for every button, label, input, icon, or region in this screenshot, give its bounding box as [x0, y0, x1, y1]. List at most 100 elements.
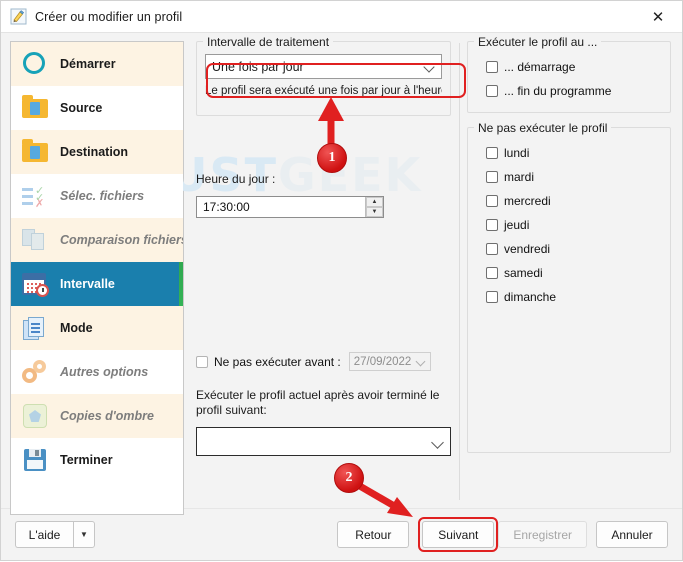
help-button-label[interactable]: L'aide [15, 521, 73, 548]
sidebar-item-terminer[interactable]: Terminer [11, 438, 183, 482]
back-button[interactable]: Retour [337, 521, 410, 548]
wizard-sidebar: Démarrer Source Destination ✓ ✓ ✗ Sélec. f… [10, 41, 184, 515]
day-checkbox-mercredi[interactable] [486, 195, 498, 207]
compare-files-icon [20, 225, 50, 255]
next-button[interactable]: Suivant [422, 521, 495, 548]
save-button: Enregistrer [498, 521, 587, 548]
day-label: mardi [504, 170, 535, 184]
not-before-date-value: 27/09/2022 [353, 355, 412, 368]
sidebar-item-label: Sélec. fichiers [60, 189, 145, 203]
day-label: mercredi [504, 194, 551, 208]
sidebar-item-label: Source [60, 101, 103, 115]
day-checkbox-vendredi[interactable] [486, 243, 498, 255]
chevron-down-icon [417, 357, 426, 366]
sidebar-item-mode[interactable]: Mode [11, 306, 183, 350]
pane-divider [459, 43, 460, 500]
day-checkbox-mardi[interactable] [486, 171, 498, 183]
save-disk-icon [20, 445, 50, 475]
time-of-day-label: Heure du jour : [196, 172, 276, 186]
edit-profile-icon [10, 8, 27, 25]
sidebar-item-destination[interactable]: Destination [11, 130, 183, 174]
chain-profile-label: Exécuter le profil actuel après avoir te… [196, 388, 440, 417]
chevron-down-icon[interactable]: ▼ [73, 521, 95, 548]
sidebar-item-label: Intervalle [60, 277, 115, 291]
close-icon[interactable]: ✕ [640, 4, 676, 30]
documents-icon [20, 313, 50, 343]
day-label: jeudi [504, 218, 530, 232]
chain-profile-select[interactable] [196, 427, 451, 456]
sidebar-item-comparaison-fichiers[interactable]: Comparaison fichiers [11, 218, 183, 262]
run-at-exit-label: ... fin du programme [504, 84, 612, 98]
sidebar-item-label: Démarrer [60, 57, 116, 71]
not-before-label: Ne pas exécuter avant : [214, 354, 341, 369]
day-label: samedi [504, 266, 543, 280]
day-row-mercredi[interactable]: mercredi [486, 194, 662, 208]
run-at-startup-row[interactable]: ... démarrage [486, 60, 662, 74]
folder-icon [20, 93, 50, 123]
not-before-row: Ne pas exécuter avant : 27/09/2022 [196, 352, 451, 371]
interval-group: Intervalle de traitement Une fois par jo… [196, 35, 451, 116]
sidebar-item-copies-dombre[interactable]: Copies d'ombre [11, 394, 183, 438]
circle-icon [20, 49, 50, 79]
help-button[interactable]: L'aide ▼ [15, 521, 95, 548]
day-label: vendredi [504, 242, 551, 256]
calendar-clock-icon [20, 269, 50, 299]
skip-days-group-legend: Ne pas exécuter le profil [474, 121, 612, 135]
run-at-startup-checkbox[interactable] [486, 61, 498, 73]
window-title: Créer ou modifier un profil [35, 9, 183, 24]
time-of-day-value: 17:30:00 [203, 200, 250, 214]
dialog-footer: L'aide ▼ Retour Suivant Enregistrer Annu… [1, 508, 682, 560]
file-select-icon: ✓ ✓ ✗ [20, 181, 50, 211]
interval-pane: Intervalle de traitement Une fois par jo… [184, 35, 459, 508]
run-profile-group-legend: Exécuter le profil au ... [474, 35, 602, 49]
sidebar-item-label: Terminer [60, 453, 113, 467]
time-stepper[interactable]: ▲ ▼ [365, 197, 383, 217]
day-row-dimanche[interactable]: dimanche [486, 290, 662, 304]
sidebar-item-label: Destination [60, 145, 129, 159]
stepper-down-icon[interactable]: ▼ [366, 207, 383, 217]
title-bar: Créer ou modifier un profil ✕ [1, 1, 682, 32]
time-of-day-input[interactable]: 17:30:00 ▲ ▼ [196, 196, 384, 218]
run-profile-group: Exécuter le profil au ... ... démarrage … [467, 35, 671, 113]
day-label: dimanche [504, 290, 557, 304]
day-label: lundi [504, 146, 530, 160]
sidebar-item-label: Comparaison fichiers [60, 233, 184, 247]
interval-help-text: Le profil sera exécuté une fois par jour… [205, 85, 442, 97]
day-row-vendredi[interactable]: vendredi [486, 242, 662, 256]
chevron-down-icon [432, 436, 444, 448]
day-row-mardi[interactable]: mardi [486, 170, 662, 184]
cancel-button[interactable]: Annuler [596, 521, 668, 548]
stepper-up-icon[interactable]: ▲ [366, 197, 383, 207]
sidebar-item-intervalle[interactable]: Intervalle [11, 262, 183, 306]
sidebar-item-label: Autres options [60, 365, 149, 379]
dialog-body: JUSTGEEK Démarrer Source Destination ✓ ✓ ✗… [1, 32, 682, 515]
settings-panes: Intervalle de traitement Une fois par jo… [184, 35, 673, 508]
day-checkbox-jeudi[interactable] [486, 219, 498, 231]
sidebar-item-source[interactable]: Source [11, 86, 183, 130]
interval-group-legend: Intervalle de traitement [203, 35, 334, 49]
sidebar-item-autres-options[interactable]: Autres options [11, 350, 183, 394]
dialog-window: Créer ou modifier un profil ✕ JUSTGEEK D… [0, 0, 683, 561]
schedule-pane: Exécuter le profil au ... ... démarrage … [467, 35, 673, 508]
not-before-date-picker[interactable]: 27/09/2022 [348, 352, 431, 371]
sidebar-item-label: Copies d'ombre [60, 409, 154, 423]
folder-icon [20, 137, 50, 167]
day-checkbox-lundi[interactable] [486, 147, 498, 159]
interval-select[interactable]: Une fois par jour [205, 54, 442, 79]
run-at-exit-checkbox[interactable] [486, 85, 498, 97]
sidebar-item-selec-fichiers[interactable]: ✓ ✓ ✗ Sélec. fichiers [11, 174, 183, 218]
not-before-checkbox[interactable] [196, 355, 208, 368]
run-at-startup-label: ... démarrage [504, 60, 576, 74]
day-checkbox-dimanche[interactable] [486, 291, 498, 303]
run-at-exit-row[interactable]: ... fin du programme [486, 84, 662, 98]
shadow-copy-icon [20, 401, 50, 431]
chevron-down-icon [424, 61, 435, 72]
skip-days-group: Ne pas exécuter le profil lundi mardi me… [467, 121, 671, 453]
day-row-lundi[interactable]: lundi [486, 146, 662, 160]
day-checkbox-samedi[interactable] [486, 267, 498, 279]
sidebar-item-label: Mode [60, 321, 93, 335]
day-row-jeudi[interactable]: jeudi [486, 218, 662, 232]
day-row-samedi[interactable]: samedi [486, 266, 662, 280]
sidebar-item-demarrer[interactable]: Démarrer [11, 42, 183, 86]
interval-select-value: Une fois par jour [212, 59, 304, 74]
